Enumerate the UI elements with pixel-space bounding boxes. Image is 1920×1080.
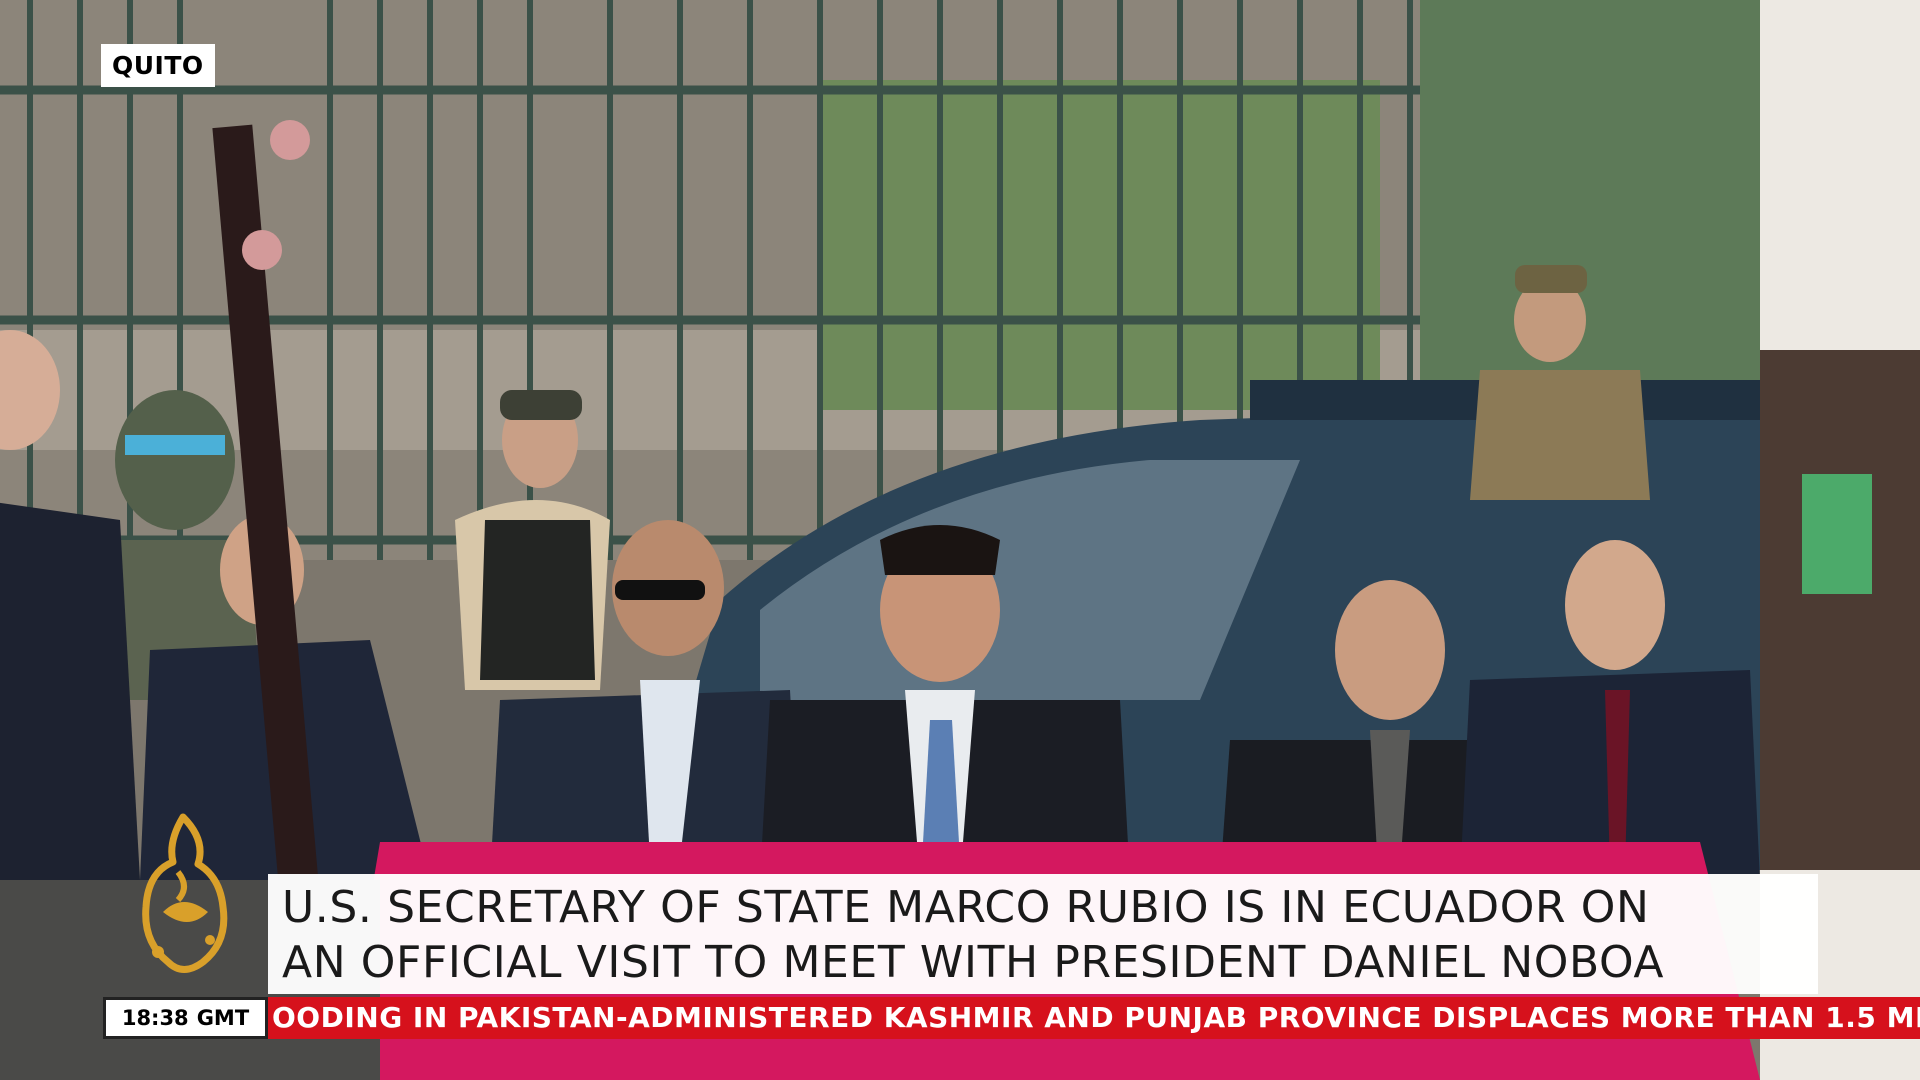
news-logo-icon	[142, 813, 228, 973]
garden-foliage	[820, 80, 1380, 410]
news-ticker: OODING IN PAKISTAN-ADMINISTERED KASHMIR …	[268, 997, 1920, 1039]
headline-line-2: AN OFFICIAL VISIT TO MEET WITH PRESIDENT…	[282, 937, 1665, 988]
clock-badge: 18:38 GMT	[103, 997, 268, 1039]
sanitizer-bottle	[1802, 474, 1872, 594]
ticker-text: OODING IN PAKISTAN-ADMINISTERED KASHMIR …	[272, 1001, 1920, 1034]
headline-lower-third: U.S. SECRETARY OF STATE MARCO RUBIO IS I…	[268, 874, 1818, 994]
brick-base	[1760, 350, 1920, 870]
location-tag: QUITO	[101, 44, 215, 87]
clock-time: 18:38	[121, 1006, 189, 1030]
clock-timezone: GMT	[196, 1006, 250, 1030]
headline-line-1: U.S. SECRETARY OF STATE MARCO RUBIO IS I…	[282, 882, 1650, 933]
